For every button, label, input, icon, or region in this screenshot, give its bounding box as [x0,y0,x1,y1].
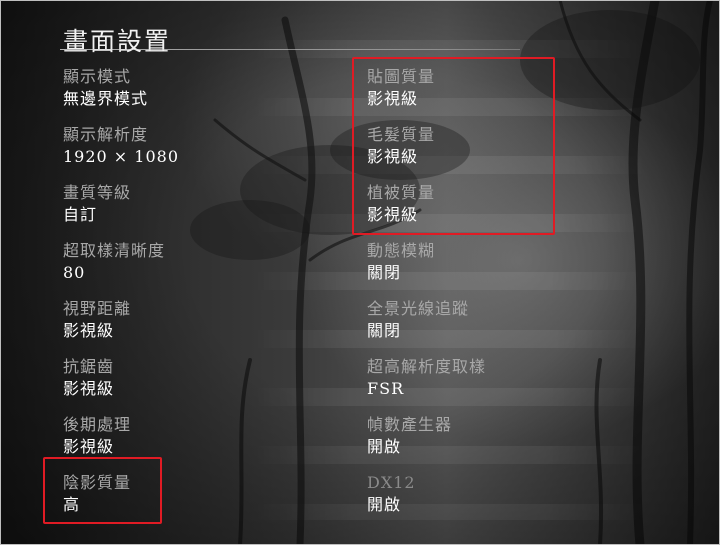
setting-display-resolution[interactable]: 顯示解析度 1920 × 1080 [63,125,179,167]
setting-value: 1920 × 1080 [63,147,180,166]
setting-display-mode[interactable]: 顯示模式 無邊界模式 [63,67,148,109]
setting-label: 全景光線追蹤 [367,299,470,318]
highlight-box-quality-group [352,57,555,235]
setting-value: 影視級 [63,321,115,340]
setting-value: 影視級 [63,437,115,456]
setting-dx12[interactable]: DX12 開啟 [367,473,416,515]
setting-label: 顯示模式 [63,67,132,86]
title-divider [60,49,520,50]
setting-motion-blur[interactable]: 動態模糊 關閉 [367,241,435,283]
setting-value: 無邊界模式 [63,89,149,108]
setting-value: 開啟 [367,437,402,456]
setting-value: 開啟 [367,495,402,514]
setting-value: 影視級 [63,379,115,398]
setting-label: DX12 [367,473,416,492]
setting-label: 顯示解析度 [63,125,149,144]
setting-value: FSR [367,379,405,398]
setting-value: 關閉 [367,321,402,340]
setting-super-resolution[interactable]: 超高解析度取樣 FSR [367,357,486,399]
setting-quality-level[interactable]: 畫質等級 自訂 [63,183,131,225]
setting-view-distance[interactable]: 視野距離 影視級 [63,299,131,341]
setting-anti-aliasing[interactable]: 抗鋸齒 影視級 [63,357,114,399]
setting-label: 後期處理 [63,415,132,434]
setting-label: 超取樣清晰度 [63,241,166,260]
setting-label: 超高解析度取樣 [367,357,487,376]
setting-label: 動態模糊 [367,241,436,260]
setting-label: 視野距離 [63,299,132,318]
setting-post-processing[interactable]: 後期處理 影視級 [63,415,131,457]
setting-label: 畫質等級 [63,183,132,202]
setting-value: 80 [63,263,86,282]
page-title: 畫面設置 [63,27,172,56]
setting-supersampling-sharpness[interactable]: 超取樣清晰度 80 [63,241,165,283]
setting-label: 幀數產生器 [367,415,453,434]
setting-value: 關閉 [367,263,402,282]
highlight-box-shadow-quality [43,457,162,524]
setting-label: 抗鋸齒 [63,357,115,376]
setting-frame-generation[interactable]: 幀數產生器 開啟 [367,415,452,457]
setting-value: 自訂 [63,205,98,224]
setting-ray-tracing[interactable]: 全景光線追蹤 關閉 [367,299,469,341]
